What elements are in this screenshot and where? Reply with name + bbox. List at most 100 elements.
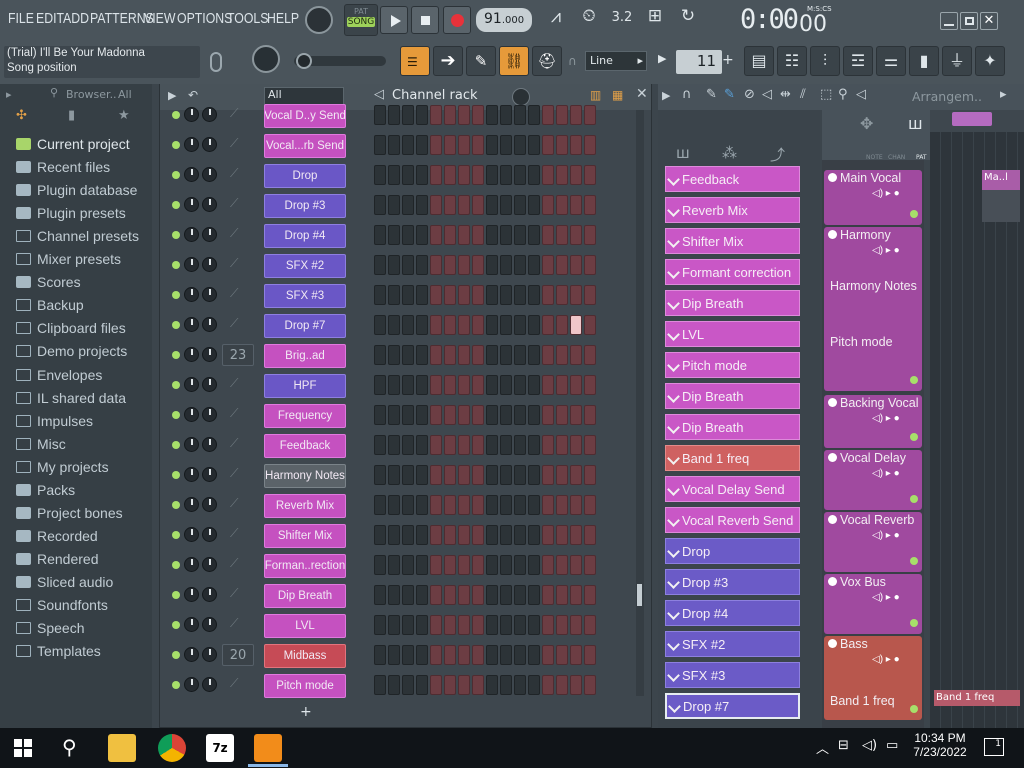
step-button[interactable] [444, 465, 456, 485]
network-icon[interactable]: ⊟ [838, 738, 849, 753]
step-button[interactable] [444, 495, 456, 515]
metronome-icon[interactable]: ⩘ [541, 6, 571, 34]
select-tool-icon[interactable]: ⬚ [820, 87, 832, 102]
browser-item-plugin-presets[interactable]: Plugin presets [16, 202, 126, 224]
step-button[interactable] [500, 165, 512, 185]
step-button[interactable] [458, 555, 470, 575]
step-button[interactable] [388, 405, 400, 425]
notification-icon[interactable]: 1 [984, 738, 1004, 756]
step-button[interactable] [374, 315, 386, 335]
step-button[interactable] [570, 105, 582, 125]
step-button[interactable] [444, 225, 456, 245]
track-keys-icon[interactable]: ш [908, 114, 923, 133]
step-button[interactable] [542, 465, 554, 485]
step-button[interactable] [556, 585, 568, 605]
channel-name-button[interactable]: Feedback [264, 434, 346, 458]
step-button[interactable] [528, 465, 540, 485]
step-button[interactable] [374, 555, 386, 575]
channel-pan-knob[interactable] [184, 497, 199, 512]
channel-mute-led[interactable] [172, 201, 180, 209]
step-button[interactable] [472, 165, 484, 185]
step-button[interactable] [584, 645, 596, 665]
track-harmony[interactable]: Harmony ◁) ▸ ● Harmony Notes Pitch mode [824, 227, 922, 391]
chevron-icon[interactable]: ▸ [6, 88, 12, 101]
step-button[interactable] [388, 225, 400, 245]
step-button[interactable] [444, 585, 456, 605]
step-button[interactable] [416, 135, 428, 155]
step-button[interactable] [486, 225, 498, 245]
step-button[interactable] [570, 195, 582, 215]
step-button[interactable] [528, 195, 540, 215]
step-button[interactable] [416, 525, 428, 545]
clip-item-formant-correction[interactable]: Formant correction [665, 259, 800, 285]
step-button[interactable] [388, 285, 400, 305]
step-button[interactable] [388, 255, 400, 275]
channel-name-button[interactable]: Drop #4 [264, 224, 346, 248]
step-button[interactable] [416, 405, 428, 425]
clip-item-pitch-mode[interactable]: Pitch mode [665, 352, 800, 378]
step-button[interactable] [584, 225, 596, 245]
step-button[interactable] [556, 465, 568, 485]
step-button[interactable] [528, 285, 540, 305]
step-button[interactable] [570, 165, 582, 185]
step-button[interactable] [458, 375, 470, 395]
step-button[interactable] [374, 405, 386, 425]
channel-volume-knob[interactable] [202, 227, 217, 242]
browser-item-soundfonts[interactable]: Soundfonts [16, 594, 108, 616]
step-button[interactable] [444, 555, 456, 575]
step-sequencer-icon[interactable]: ▦ [612, 88, 623, 102]
step-button[interactable] [570, 645, 582, 665]
step-button[interactable] [388, 585, 400, 605]
step-button[interactable] [486, 435, 498, 455]
step-button[interactable] [542, 315, 554, 335]
channel-volume-knob[interactable] [202, 617, 217, 632]
step-button[interactable] [374, 165, 386, 185]
channel-pan-knob[interactable] [184, 197, 199, 212]
step-button[interactable] [458, 405, 470, 425]
channel-mute-led[interactable] [172, 651, 180, 659]
step-button[interactable] [514, 465, 526, 485]
magnet-icon[interactable]: ∩ [568, 54, 577, 68]
clip-item-band-1-freq[interactable]: Band 1 freq [665, 445, 800, 471]
step-button[interactable] [430, 255, 442, 275]
step-button[interactable] [388, 675, 400, 695]
channel-mute-led[interactable] [172, 171, 180, 179]
star-icon[interactable]: ★ [118, 108, 130, 123]
clip-item-drop-3[interactable]: Drop #3 [665, 569, 800, 595]
step-button[interactable] [486, 525, 498, 545]
step-button[interactable] [542, 525, 554, 545]
step-button[interactable] [374, 195, 386, 215]
step-button[interactable] [388, 165, 400, 185]
step-button[interactable] [528, 165, 540, 185]
channel-name-button[interactable]: Forman..rection [264, 554, 346, 578]
channel-mute-led[interactable] [172, 561, 180, 569]
step-button[interactable] [556, 555, 568, 575]
step-button[interactable] [430, 375, 442, 395]
step-button[interactable] [542, 405, 554, 425]
step-button[interactable] [584, 495, 596, 515]
step-button[interactable] [514, 495, 526, 515]
step-button[interactable] [374, 435, 386, 455]
step-button[interactable] [416, 555, 428, 575]
step-button[interactable] [556, 405, 568, 425]
step-button[interactable] [402, 165, 414, 185]
step-button[interactable] [402, 465, 414, 485]
menu-options[interactable]: OPTIONS [177, 10, 232, 27]
step-button[interactable] [416, 105, 428, 125]
step-button[interactable] [528, 105, 540, 125]
step-button[interactable] [472, 285, 484, 305]
master-volume-slider[interactable] [294, 53, 386, 69]
browser-item-speech[interactable]: Speech [16, 617, 84, 639]
step-button[interactable] [430, 165, 442, 185]
step-button[interactable] [570, 525, 582, 545]
step-button[interactable] [374, 135, 386, 155]
step-button[interactable] [388, 525, 400, 545]
step-button[interactable] [542, 645, 554, 665]
browser-item-clipboard-files[interactable]: Clipboard files [16, 317, 126, 339]
step-button[interactable] [528, 615, 540, 635]
step-button[interactable] [458, 195, 470, 215]
step-button[interactable] [570, 675, 582, 695]
channel-volume-knob[interactable] [202, 347, 217, 362]
channel-volume-knob[interactable] [202, 437, 217, 452]
step-button[interactable] [584, 615, 596, 635]
